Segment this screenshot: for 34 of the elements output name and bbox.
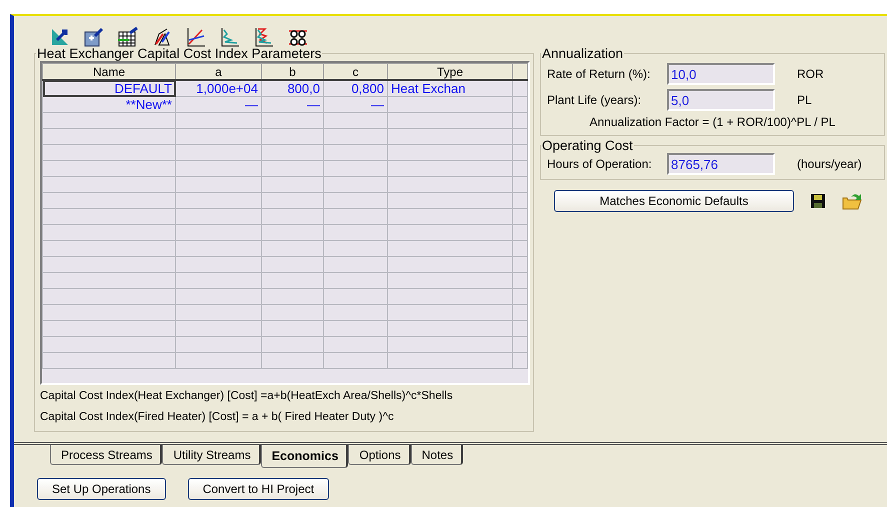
- open-folder-icon[interactable]: [842, 192, 862, 210]
- input-field[interactable]: 8765,76: [667, 153, 775, 175]
- action-button[interactable]: Convert to HI Project: [188, 478, 330, 500]
- unit-label: ROR: [797, 67, 824, 81]
- column-header[interactable]: a: [215, 64, 222, 78]
- column-header[interactable]: c: [352, 64, 358, 78]
- tab[interactable]: Process Streams: [50, 445, 162, 465]
- table-icon[interactable]: [116, 25, 140, 49]
- group-title: Annualization: [541, 46, 624, 61]
- group-title: Heat Exchanger Capital Cost Index Parameters: [36, 46, 322, 61]
- formula-text: Capital Cost Index(Heat Exchanger) [Cost] =a+b(HeatExch Area/Shells)^c*Shells: [40, 389, 454, 404]
- tab[interactable]: Utility Streams: [162, 445, 261, 465]
- save-icon[interactable]: [810, 193, 826, 209]
- formula-text: Capital Cost Index(Fired Heater) [Cost] = a + b( Fired Heater Duty )^c: [40, 410, 395, 425]
- unit-label: PL: [797, 93, 812, 107]
- defaults-button[interactable]: Matches Economic Defaults: [554, 190, 794, 212]
- input-field[interactable]: 5,0: [667, 89, 775, 111]
- field-label: Plant Life (years):: [547, 93, 642, 107]
- input-field[interactable]: 10,0: [667, 63, 775, 85]
- field-label: Rate of Return (%):: [547, 67, 652, 81]
- tab[interactable]: Notes: [410, 445, 464, 465]
- tab[interactable]: Options: [348, 445, 411, 465]
- table-cell[interactable]: —: [371, 98, 384, 112]
- table-cell[interactable]: —: [307, 98, 320, 112]
- action-button[interactable]: Set Up Operations: [37, 478, 166, 500]
- text-edit-icon[interactable]: [82, 25, 106, 49]
- tab[interactable]: Economics: [260, 445, 348, 468]
- field-label: Hours of Operation:: [547, 157, 653, 171]
- unit-label: (hours/year): [797, 157, 862, 171]
- column-header[interactable]: b: [289, 64, 296, 78]
- group-title: Operating Cost: [541, 138, 634, 153]
- column-header[interactable]: Type: [436, 64, 463, 78]
- table-cell[interactable]: —: [245, 98, 258, 112]
- formula-text: Annualization Factor = (1 + ROR/100)^PL / PL: [588, 114, 836, 131]
